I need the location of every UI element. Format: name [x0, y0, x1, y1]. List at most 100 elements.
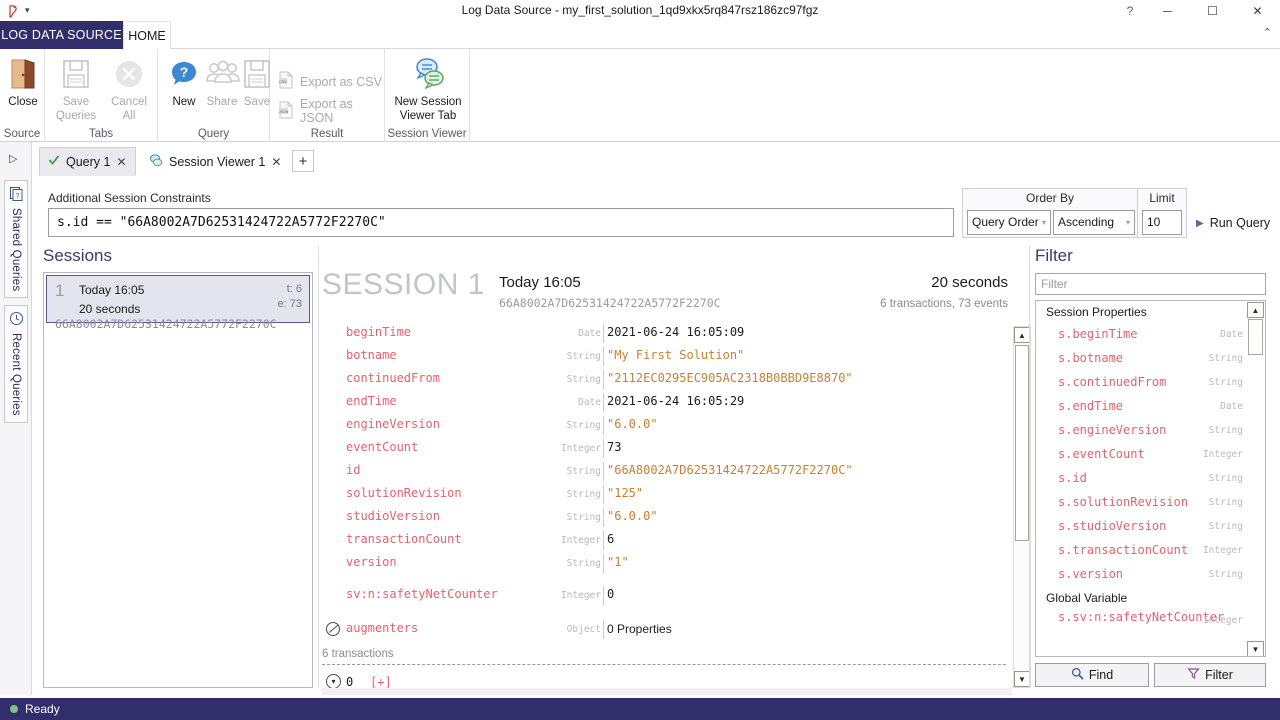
session-index: 1 [55, 281, 65, 300]
divider [603, 554, 604, 573]
new-session-viewer-tab-button[interactable]: New Session Viewer Tab [383, 53, 473, 123]
tab-log-data-source[interactable]: LOG DATA SOURCE [0, 21, 123, 49]
property-row[interactable]: continuedFrom String "2112EC0295EC905AC2… [322, 368, 1012, 391]
order-by-select[interactable]: Query Order ▾ [967, 210, 1051, 235]
property-row[interactable]: beginTime Date 2021-06-24 16:05:09 [322, 322, 1012, 345]
filter-row[interactable]: s.continuedFrom String [1036, 371, 1265, 395]
filter-vertical-scrollbar[interactable]: ▲ ▼ [1247, 302, 1264, 656]
filter-type: Date [1220, 329, 1243, 340]
left-dock: ▷ ? Shared Queries Recent Queries [0, 142, 32, 695]
property-row[interactable]: botname String "My First Solution" [322, 345, 1012, 368]
quick-access-toolbar[interactable]: ▾ [4, 2, 33, 19]
export-as-csv-button[interactable]: CSV Export as CSV [278, 71, 382, 92]
expand-dock-icon[interactable]: ▷ [9, 152, 17, 165]
run-query-button[interactable]: ▶ Run Query [1190, 210, 1276, 236]
doc-tab-query-1-close-icon[interactable]: ✕ [116, 155, 126, 169]
filter-row[interactable]: s.solutionRevision String [1036, 491, 1265, 515]
status-indicator-icon [10, 705, 18, 713]
ribbon-group-source: Close Source [0, 49, 45, 142]
filter-type: String [1208, 353, 1243, 364]
filter-row[interactable]: s.engineVersion String [1036, 419, 1265, 443]
filter-row[interactable]: s.transactionCount Integer [1036, 539, 1265, 563]
filter-row[interactable]: s.sv:n:safetyNetCounter Integer [1036, 609, 1265, 645]
close-button-ribbon[interactable]: Close [0, 53, 49, 109]
property-value: "2112EC0295EC905AC2318B0BBD9E8870" [607, 371, 853, 385]
filter-row[interactable]: s.eventCount Integer [1036, 443, 1265, 467]
property-key: endTime [346, 394, 397, 408]
filter-scroll-up-button[interactable]: ▲ [1247, 302, 1264, 318]
property-value: "125" [607, 486, 644, 500]
panel-divider-left [318, 246, 319, 688]
filter-row[interactable]: s.endTime Date [1036, 395, 1265, 419]
maximize-button[interactable]: ☐ [1190, 0, 1235, 21]
order-direction-select[interactable]: Ascending ▾ [1053, 210, 1135, 235]
scroll-thumb[interactable] [1015, 345, 1029, 541]
filter-row[interactable]: s.beginTime Date [1036, 323, 1265, 347]
dock-tab-shared-queries[interactable]: ? Shared Queries [4, 180, 28, 298]
dock-tab-recent-queries[interactable]: Recent Queries [4, 305, 28, 423]
session-viewer-icon [149, 153, 163, 170]
filter-type: String [1208, 425, 1243, 436]
property-type: Object [566, 624, 601, 635]
order-direction-value: Ascending [1058, 215, 1115, 229]
doc-tab-session-viewer-1-close-icon[interactable]: ✕ [271, 155, 281, 169]
limit-input[interactable]: 10 [1142, 210, 1182, 235]
filter-row[interactable]: s.id String [1036, 467, 1265, 491]
property-type: String [566, 466, 601, 477]
filter-row[interactable]: s.version String [1036, 563, 1265, 587]
floppy-disk-icon [242, 53, 272, 95]
tab-home[interactable]: HOME [123, 21, 171, 49]
save-queries-button[interactable]: Save Queries [50, 53, 102, 123]
scroll-up-button[interactable]: ▲ [1014, 327, 1030, 343]
property-key: id [346, 463, 361, 477]
export-as-json-button[interactable]: JSON Export as JSON [278, 97, 384, 125]
find-button[interactable]: Find [1035, 663, 1149, 687]
session-detail-panel: SESSION 1 Today 16:05 66A8002A7D62531424… [322, 266, 1012, 688]
property-row[interactable]: transactionCount Integer 6 [322, 529, 1012, 552]
property-row[interactable]: solutionRevision String "125" [322, 483, 1012, 506]
object-property-row[interactable]: augmenters Object 0 Properties [322, 618, 1012, 644]
filter-row[interactable]: s.botname String [1036, 347, 1265, 371]
property-row[interactable]: version String "1" [322, 552, 1012, 575]
collapse-ribbon-icon[interactable]: ⌃ [1263, 26, 1272, 39]
property-row[interactable]: eventCount Integer 73 [322, 437, 1012, 460]
new-tab-button[interactable]: + [292, 150, 314, 172]
query-input[interactable]: s.id == "66A8002A7D62531424722A5772F2270… [48, 208, 954, 237]
svg-text:JSON: JSON [279, 110, 289, 114]
cancel-all-label-line2: All [122, 110, 136, 122]
global-property-row[interactable]: sv:n:safetyNetCounter Integer 0 [322, 584, 1012, 607]
filter-row[interactable]: s.studioVersion String [1036, 515, 1265, 539]
cancel-circle-icon [113, 53, 145, 95]
close-button[interactable]: ✕ [1235, 0, 1280, 21]
property-type: String [566, 489, 601, 500]
session-list-item[interactable]: 1 Today 16:05 20 seconds t: 6 e: 73 66A8… [46, 275, 310, 331]
scroll-down-button[interactable]: ▼ [1014, 671, 1030, 687]
transaction-row[interactable]: ▾ 0 [+] [322, 671, 1006, 688]
property-row[interactable]: engineVersion String "6.0.0" [322, 414, 1012, 437]
transactions-separator [322, 664, 1006, 665]
filter-scroll-thumb[interactable] [1248, 319, 1263, 355]
filter-input[interactable]: Filter [1035, 273, 1266, 295]
filter-scroll-down-button[interactable]: ▼ [1247, 641, 1264, 656]
window-controls: ? ─ ☐ ✕ [1115, 0, 1280, 21]
play-icon: ▶ [1196, 217, 1204, 229]
property-row[interactable]: endTime Date 2021-06-24 16:05:29 [322, 391, 1012, 414]
property-type: Date [578, 328, 601, 339]
cancel-all-button[interactable]: Cancel All [103, 53, 155, 123]
doc-tab-query-1[interactable]: Query 1 ✕ [39, 147, 136, 176]
doc-tab-session-viewer-1-label: Session Viewer 1 [169, 154, 266, 169]
help-button[interactable]: ? [1115, 0, 1145, 21]
filter-type: String [1208, 473, 1243, 484]
property-row[interactable]: id String "66A8002A7D62531424722A5772F22… [322, 460, 1012, 483]
chevron-down-icon[interactable]: ▾ [326, 674, 341, 688]
session-duration: 20 seconds [79, 302, 141, 316]
property-row[interactable]: studioVersion String "6.0.0" [322, 506, 1012, 529]
session-banner-duration: 20 seconds [931, 274, 1008, 291]
minimize-button[interactable]: ─ [1145, 0, 1190, 21]
filter-properties-list[interactable]: Session Properties s.beginTime Date s.bo… [1035, 300, 1266, 657]
sessions-list[interactable]: 1 Today 16:05 20 seconds t: 6 e: 73 66A8… [43, 272, 313, 688]
detail-horizontal-scrollbar[interactable] [322, 688, 1012, 695]
doc-tab-session-viewer-1[interactable]: Session Viewer 1 ✕ [140, 147, 290, 176]
filter-button[interactable]: Filter [1154, 663, 1266, 687]
chevron-down-icon[interactable]: ▾ [25, 6, 30, 15]
